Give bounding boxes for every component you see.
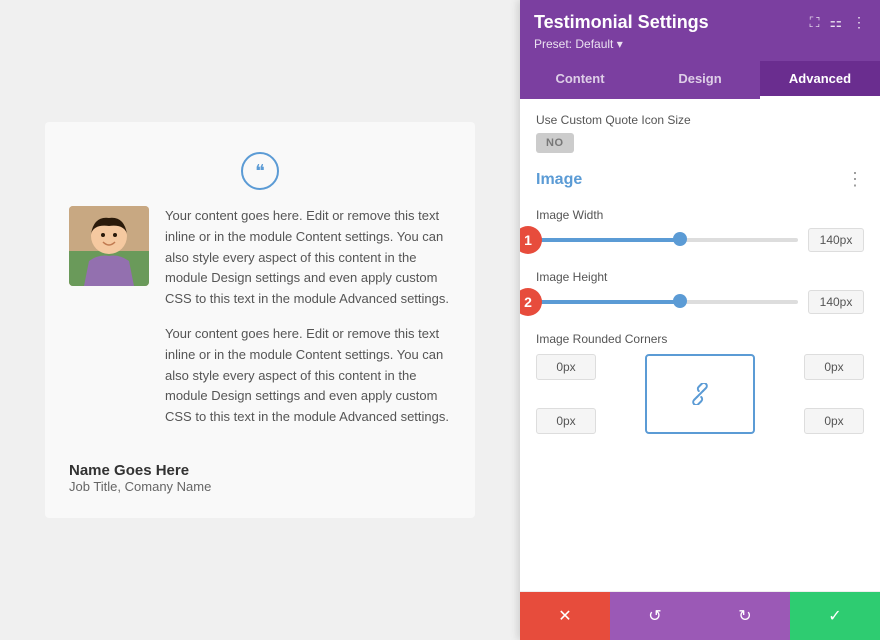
- corners-label: Image Rounded Corners: [536, 332, 864, 346]
- panel-header: Testimonial Settings ⛶ ⚏ ⋮ Preset: Defau…: [520, 0, 880, 61]
- right-panel: Testimonial Settings ⛶ ⚏ ⋮ Preset: Defau…: [520, 0, 880, 640]
- slider-track: [536, 238, 798, 242]
- testimonial-text-block: Your content goes here. Edit or remove t…: [165, 206, 451, 442]
- image-section-header: Image ⋮: [536, 169, 864, 194]
- slider-thumb[interactable]: [673, 232, 687, 246]
- image-section-title: Image: [536, 171, 582, 189]
- header-icons: ⛶ ⚏ ⋮: [810, 14, 866, 31]
- panel-body: Use Custom Quote Icon Size NO Image ⋮ Im…: [520, 99, 880, 591]
- quote-circle-icon: ❝: [241, 152, 279, 190]
- panel-tabs: Content Design Advanced: [520, 61, 880, 99]
- panel-footer: ✕ ↺ ↻ ✓: [520, 591, 880, 640]
- testimonial-card: ❝: [45, 122, 475, 518]
- redo-button[interactable]: ↻: [700, 592, 790, 640]
- more-icon[interactable]: ⋮: [852, 14, 866, 31]
- testimonial-body-1: Your content goes here. Edit or remove t…: [165, 206, 451, 310]
- corner-bottom-left[interactable]: [536, 408, 596, 434]
- corners-grid: [536, 354, 864, 434]
- slider-thumb-height[interactable]: [673, 294, 687, 308]
- panel-header-top: Testimonial Settings ⛶ ⚏ ⋮: [534, 12, 866, 33]
- image-height-slider[interactable]: [536, 299, 798, 305]
- tab-content[interactable]: Content: [520, 61, 640, 99]
- custom-quote-setting: Use Custom Quote Icon Size NO: [536, 113, 864, 153]
- author-title: Job Title, Comany Name: [69, 479, 451, 494]
- save-button[interactable]: ✓: [790, 592, 880, 640]
- step-badge-2: 2: [520, 288, 542, 316]
- step-badge-1: 1: [520, 226, 542, 254]
- author-name: Name Goes Here: [69, 462, 451, 479]
- tab-advanced[interactable]: Advanced: [760, 61, 880, 99]
- link-icon: [689, 383, 711, 405]
- image-height-row: Image Height 2 140px: [536, 270, 864, 314]
- quote-icon-wrapper: ❝: [69, 152, 451, 190]
- corner-top-left[interactable]: [536, 354, 596, 380]
- tab-design[interactable]: Design: [640, 61, 760, 99]
- toggle-wrapper: NO: [536, 133, 864, 153]
- corner-center-box: [645, 354, 755, 434]
- undo-button[interactable]: ↺: [610, 592, 700, 640]
- image-width-value[interactable]: 140px: [808, 228, 864, 252]
- image-height-value[interactable]: 140px: [808, 290, 864, 314]
- cancel-button[interactable]: ✕: [520, 592, 610, 640]
- image-section-more-icon[interactable]: ⋮: [846, 169, 864, 190]
- left-panel: ❝: [0, 0, 520, 640]
- corner-bottom-right[interactable]: [804, 408, 864, 434]
- avatar: [69, 206, 149, 286]
- columns-icon[interactable]: ⚏: [829, 14, 842, 31]
- fullscreen-icon[interactable]: ⛶: [810, 14, 820, 31]
- testimonial-content: Your content goes here. Edit or remove t…: [69, 206, 451, 442]
- corners-setting: Image Rounded Corners: [536, 332, 864, 434]
- preset-label[interactable]: Preset: Default ▾: [534, 37, 866, 61]
- corner-top-right[interactable]: [804, 354, 864, 380]
- image-height-label: Image Height: [536, 270, 864, 284]
- image-width-row: Image Width 1 140px: [536, 208, 864, 252]
- image-height-control: 2 140px: [536, 290, 864, 314]
- slider-fill-height: [536, 300, 680, 304]
- testimonial-body-2: Your content goes here. Edit or remove t…: [165, 324, 451, 428]
- image-width-slider[interactable]: [536, 237, 798, 243]
- slider-fill: [536, 238, 680, 242]
- image-width-control: 1 140px: [536, 228, 864, 252]
- panel-title: Testimonial Settings: [534, 12, 709, 33]
- toggle-no-button[interactable]: NO: [536, 133, 574, 153]
- slider-track-height: [536, 300, 798, 304]
- testimonial-author: Name Goes Here Job Title, Comany Name: [69, 462, 451, 494]
- custom-quote-label: Use Custom Quote Icon Size: [536, 113, 864, 127]
- image-width-label: Image Width: [536, 208, 864, 222]
